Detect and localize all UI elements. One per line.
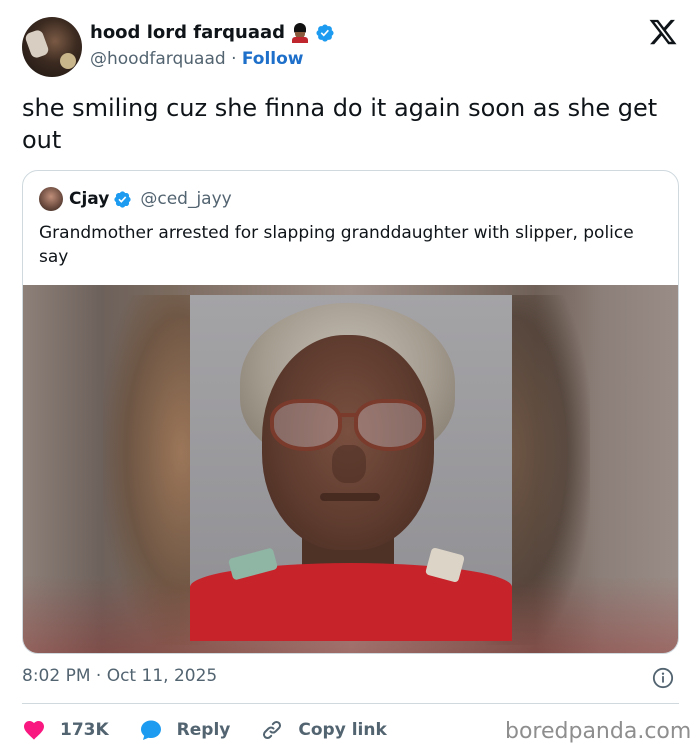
reply-label: Reply — [176, 720, 231, 740]
link-icon — [263, 720, 282, 740]
author-handle[interactable]: @hoodfarquaad — [90, 49, 226, 69]
verified-badge-icon — [114, 190, 131, 208]
tweet-actions: 173K Reply Copy link — [22, 716, 417, 744]
mugshot-photo — [190, 295, 512, 641]
quoted-author-avatar[interactable] — [39, 187, 63, 211]
verified-badge-icon — [316, 23, 334, 42]
author-display-name[interactable]: hood lord farquaad — [90, 22, 285, 43]
quoted-author-handle[interactable]: @ced_jayy — [140, 189, 231, 209]
handle-separator: · — [231, 49, 237, 69]
copy-link-label: Copy link — [298, 720, 387, 740]
like-count: 173K — [60, 720, 109, 740]
guard-emoji-icon — [290, 22, 310, 43]
tweet-header: hood lord farquaad @hoodfarquaad · Follo… — [0, 0, 700, 90]
author-name-row[interactable]: hood lord farquaad — [90, 22, 335, 43]
quoted-tweet-card[interactable]: Cjay @ced_jayy Grandmother arrested for … — [22, 170, 679, 654]
quoted-author-name[interactable]: Cjay — [69, 189, 109, 209]
speech-bubble-icon — [140, 720, 161, 740]
info-icon[interactable] — [652, 667, 674, 689]
follow-button[interactable]: Follow — [242, 49, 304, 69]
like-button[interactable]: 173K — [22, 718, 109, 742]
quoted-tweet-text: Grandmother arrested for slapping grandd… — [39, 223, 634, 267]
x-logo-icon[interactable] — [648, 17, 678, 47]
quoted-author-row: Cjay @ced_jayy — [39, 187, 232, 211]
copy-link-button[interactable]: Copy link — [260, 718, 387, 742]
tweet-timestamp[interactable]: 8:02 PM · Oct 11, 2025 — [22, 666, 217, 686]
divider — [22, 703, 679, 704]
author-handle-row: @hoodfarquaad · Follow — [90, 49, 304, 69]
tweet-text: she smiling cuz she finna do it again so… — [22, 94, 658, 154]
reply-button[interactable]: Reply — [139, 718, 231, 742]
quoted-tweet-image[interactable] — [23, 285, 678, 653]
watermark: boredpanda.com — [505, 719, 692, 744]
author-avatar[interactable] — [22, 17, 82, 77]
heart-icon — [24, 721, 44, 740]
